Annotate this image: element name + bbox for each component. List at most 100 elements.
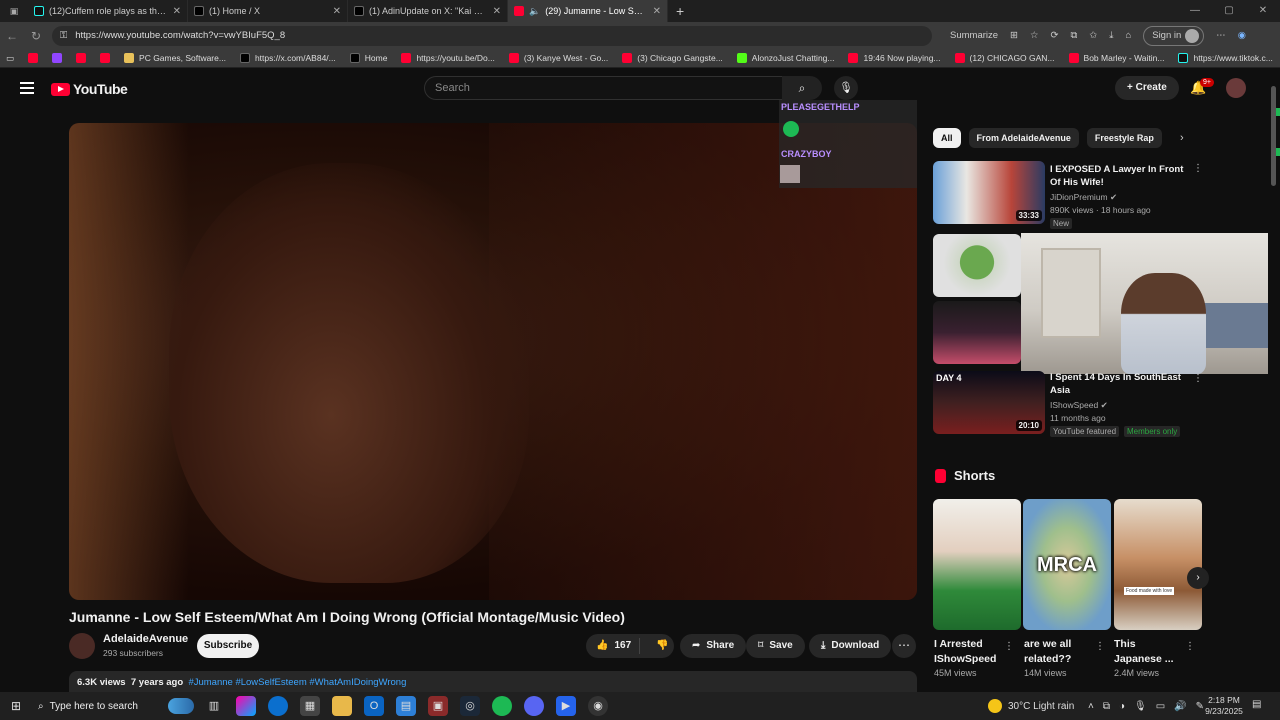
microphone-icon[interactable]: 🎙 [1134, 701, 1147, 712]
summarize-button[interactable]: Summarize [950, 30, 998, 41]
create-button[interactable]: + Create [1115, 76, 1179, 100]
pen-icon[interactable]: ✎ [1196, 701, 1204, 712]
taskbar-clock[interactable]: 2:18 PM 9/23/2025 [1204, 695, 1244, 717]
discord-icon[interactable] [524, 696, 544, 716]
kebab-menu-icon[interactable]: ⋮ [1193, 373, 1203, 384]
short-title[interactable]: I Arrested IShowSpeed [934, 637, 1006, 667]
bookmark-item[interactable]: PC Games, Software... [124, 53, 226, 63]
video-thumbnail[interactable] [933, 301, 1021, 364]
chevron-right-icon[interactable]: › [1180, 132, 1184, 144]
bookmark-item[interactable]: 19:46 Now playing... [848, 53, 941, 63]
share-button[interactable]: ➦ Share [680, 634, 747, 658]
chip-all[interactable]: All [933, 128, 961, 148]
video-player[interactable] [69, 123, 917, 600]
kebab-menu-icon[interactable]: ⋮ [1004, 641, 1014, 652]
download-button[interactable]: ⤓ Download [809, 634, 892, 658]
tab-4[interactable]: 🔈(29) Jumanne - Low Self Este✕ [508, 0, 668, 22]
obs-icon[interactable]: ◉ [588, 696, 608, 716]
reload-icon[interactable]: ↻ [24, 29, 48, 43]
bookmark-item[interactable] [100, 53, 111, 63]
bookmark-item[interactable]: https://youtu.be/Do... [401, 53, 495, 63]
settings-more-icon[interactable]: ⋯ [1216, 30, 1226, 41]
recommendation-item[interactable]: 33:33 I EXPOSED A Lawyer In Front Of His… [933, 161, 1203, 231]
chip-freestyle-rap[interactable]: Freestyle Rap [1086, 128, 1162, 148]
new-tab-button[interactable]: + [668, 3, 692, 19]
chip-from-channel[interactable]: From AdelaideAvenue [968, 128, 1079, 148]
maximize-icon[interactable]: ▢ [1212, 0, 1246, 22]
windows-start-icon[interactable]: ⊞ [0, 699, 32, 713]
reader-icon[interactable]: ⊞ [1010, 30, 1018, 41]
minimize-icon[interactable]: — [1178, 0, 1212, 22]
tab-actions-icon[interactable]: ▣ [0, 6, 28, 17]
steam-icon[interactable]: ◎ [460, 696, 480, 716]
microphone-icon[interactable]: 🎙 [834, 76, 858, 100]
close-tab-icon[interactable]: ✕ [493, 6, 501, 17]
sign-in-button[interactable]: Sign in [1143, 25, 1205, 46]
copilot-icon[interactable] [236, 696, 256, 716]
short-thumbnail[interactable]: MRCA [1023, 499, 1111, 630]
chevron-up-icon[interactable]: ˄ [1088, 701, 1094, 712]
bookmark-item[interactable]: Home [349, 53, 387, 63]
close-tab-icon[interactable]: ✕ [173, 6, 181, 17]
bookmark-item[interactable] [28, 53, 39, 63]
app-icon[interactable]: ▣ [428, 696, 448, 716]
shorts-next-icon[interactable]: › [1187, 567, 1209, 589]
back-icon[interactable]: ← [0, 29, 24, 43]
extensions-icon[interactable]: ⧉ [1071, 30, 1078, 41]
search-input[interactable]: Search [424, 76, 782, 100]
spotify-icon[interactable] [492, 696, 512, 716]
channel-name[interactable]: AdelaideAvenue [103, 633, 188, 645]
kebab-menu-icon[interactable]: ⋮ [1193, 163, 1203, 174]
short-thumbnail[interactable] [933, 499, 1021, 630]
channel-avatar[interactable] [69, 633, 95, 659]
app-icon[interactable]: ▶ [556, 696, 576, 716]
more-actions-icon[interactable]: ⋯ [892, 634, 916, 658]
short-title[interactable]: This Japanese ... [1114, 637, 1186, 667]
copilot-icon[interactable]: ◉ [1238, 30, 1246, 41]
like-button[interactable]: 👍 167 [586, 638, 641, 654]
kebab-menu-icon[interactable]: ⋮ [1185, 641, 1195, 652]
download-icon[interactable]: ⤓ [1109, 30, 1113, 41]
outlook-icon[interactable]: O [364, 696, 384, 716]
bookmark-item[interactable]: (3) Kanye West - Go... [508, 53, 608, 63]
favorite-star-icon[interactable]: ☆ [1030, 30, 1039, 41]
site-info-icon[interactable]: ⚿ [60, 30, 67, 41]
close-tab-icon[interactable]: ✕ [333, 6, 341, 17]
close-window-icon[interactable]: ✕ [1246, 0, 1280, 22]
app-icon[interactable]: ▤ [396, 696, 416, 716]
favorites-icon[interactable]: ✩ [1089, 30, 1097, 41]
bookmark-item[interactable] [76, 53, 87, 63]
notifications-icon[interactable]: ▤ [1252, 699, 1261, 710]
hashtags[interactable]: #Jumanne #LowSelfEsteem #WhatAmIDoingWro… [188, 677, 406, 688]
volume-icon[interactable]: 🔊 [1174, 701, 1186, 712]
refresh-extension-icon[interactable]: ⟳ [1051, 30, 1059, 41]
speaker-icon[interactable]: 🔈 [529, 6, 540, 17]
weather-widget[interactable]: 30°C Light rain [988, 692, 1074, 720]
bookmark-item[interactable] [52, 53, 63, 63]
video-thumbnail[interactable] [933, 234, 1021, 297]
subscribe-button[interactable]: Subscribe [197, 634, 259, 658]
save-button[interactable]: ⌑ Save [746, 634, 805, 658]
youtube-logo[interactable]: YouTube [51, 81, 128, 97]
search-highlight-icon[interactable] [168, 698, 194, 714]
collections-icon[interactable]: ⌂ [1125, 30, 1131, 41]
url-field[interactable]: ⚿ https://www.youtube.com/watch?v=vwYBIu… [52, 25, 932, 46]
bookmark-item[interactable]: https://x.com/AB84/... [239, 53, 336, 63]
dislike-button[interactable]: 👎 [646, 634, 678, 658]
kebab-menu-icon[interactable]: ⋮ [1095, 641, 1105, 652]
tray-app-icon[interactable]: ◑ [1119, 701, 1125, 712]
bookmark-item[interactable]: AlonzoJust Chatting... [736, 53, 834, 63]
hamburger-menu-icon[interactable] [20, 82, 34, 94]
taskbar-search[interactable]: ⌕ Type here to search [32, 701, 168, 712]
search-icon[interactable]: ⌕ [782, 76, 822, 100]
bookmark-item[interactable]: https://www.tiktok.c... [1178, 53, 1273, 63]
network-icon[interactable]: ▭ [1156, 701, 1165, 712]
edge-icon[interactable] [268, 696, 288, 716]
task-view-icon[interactable]: ▥ [204, 696, 224, 716]
store-icon[interactable]: ▦ [300, 696, 320, 716]
file-explorer-icon[interactable] [332, 696, 352, 716]
tab-1[interactable]: (12)Cuffem role plays as the ave ✕ [28, 0, 188, 22]
bookmark-item[interactable]: (12) CHICAGO GAN... [954, 53, 1055, 63]
page-scrollbar[interactable] [1268, 70, 1280, 690]
account-avatar[interactable] [1226, 78, 1246, 98]
